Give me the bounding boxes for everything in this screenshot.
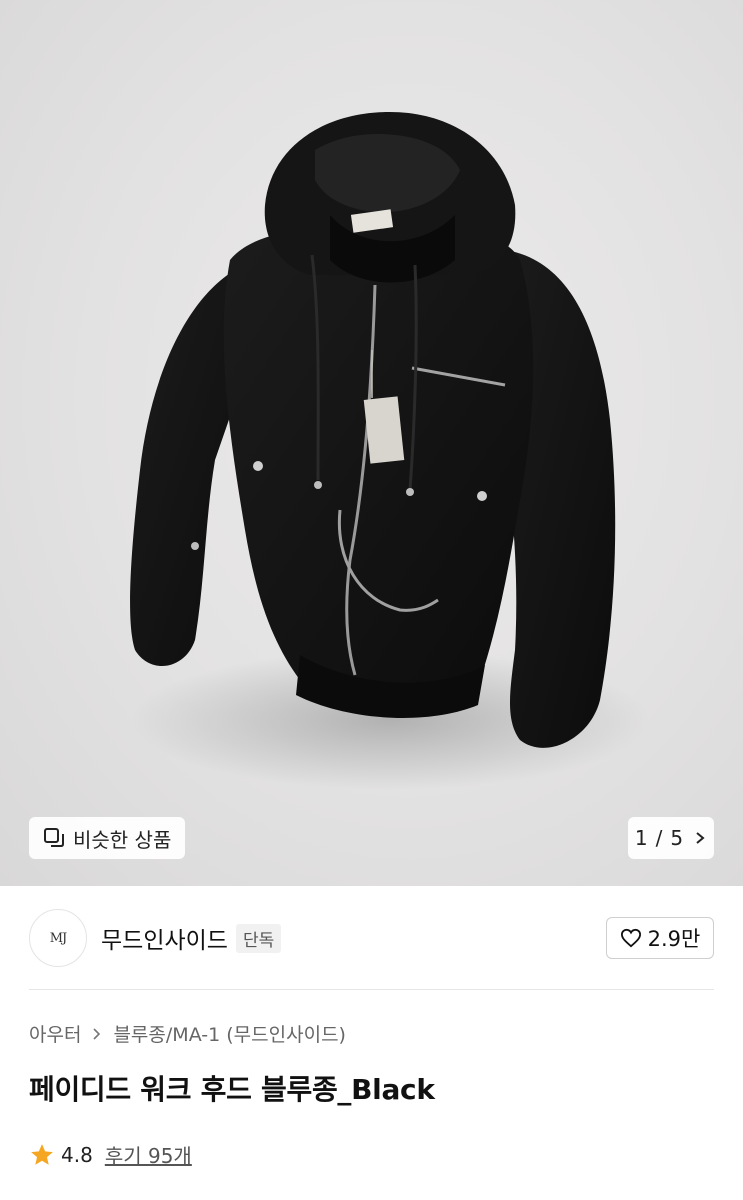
like-button[interactable]: 2.9만 <box>606 917 714 959</box>
breadcrumb: 아우터 블루종/MA-1 (무드인사이드) <box>29 1020 346 1047</box>
breadcrumb-category[interactable]: 아우터 <box>29 1020 81 1047</box>
brand-row: MJ 무드인사이드 단독 2.9만 <box>0 886 743 990</box>
product-title: 페이디드 워크 후드 블루종_Black <box>29 1073 435 1106</box>
star-icon <box>31 1143 53 1165</box>
exclusive-badge: 단독 <box>235 923 282 953</box>
rating-row: 4.8 후기 95개 <box>29 1140 192 1169</box>
reviews-link[interactable]: 후기 95개 <box>105 1140 192 1169</box>
rating-score: 4.8 <box>61 1142 93 1167</box>
like-count: 2.9만 <box>647 927 701 951</box>
pager-current: 1 <box>634 826 648 850</box>
heart-icon <box>620 928 641 948</box>
similar-products-icon <box>44 828 64 847</box>
divider <box>29 989 714 990</box>
similar-products-button[interactable]: 비슷한 상품 <box>29 817 186 859</box>
brand-name[interactable]: 무드인사이드 <box>101 921 228 955</box>
gallery-pager[interactable]: 1 / 5 <box>628 817 714 859</box>
pager-separator: / <box>655 826 663 850</box>
chevron-right-icon <box>696 832 705 844</box>
similar-products-label: 비슷한 상품 <box>73 827 172 852</box>
chevron-right-icon <box>93 1027 101 1040</box>
breadcrumb-subcategory[interactable]: 블루종/MA-1 (무드인사이드) <box>113 1020 346 1047</box>
brand-logo[interactable]: MJ <box>29 909 87 967</box>
brand-logo-text: MJ <box>49 930 68 946</box>
pager-total: 5 <box>670 826 684 850</box>
product-image[interactable]: 비슷한 상품 1 / 5 <box>0 0 743 886</box>
jacket-photo <box>130 112 650 790</box>
